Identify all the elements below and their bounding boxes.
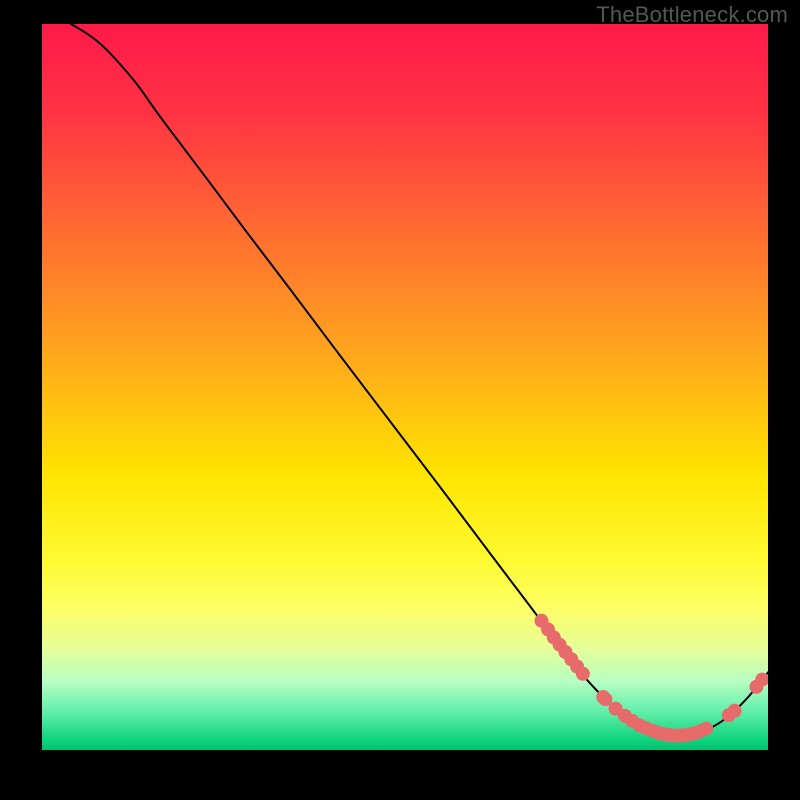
data-marker <box>576 667 590 681</box>
gradient-background <box>42 24 768 750</box>
data-marker <box>699 722 713 736</box>
bottleneck-chart <box>42 24 768 750</box>
watermark-text: TheBottleneck.com <box>596 2 788 28</box>
data-marker <box>728 704 742 718</box>
chart-svg <box>42 24 768 750</box>
chart-container: TheBottleneck.com <box>0 0 800 800</box>
